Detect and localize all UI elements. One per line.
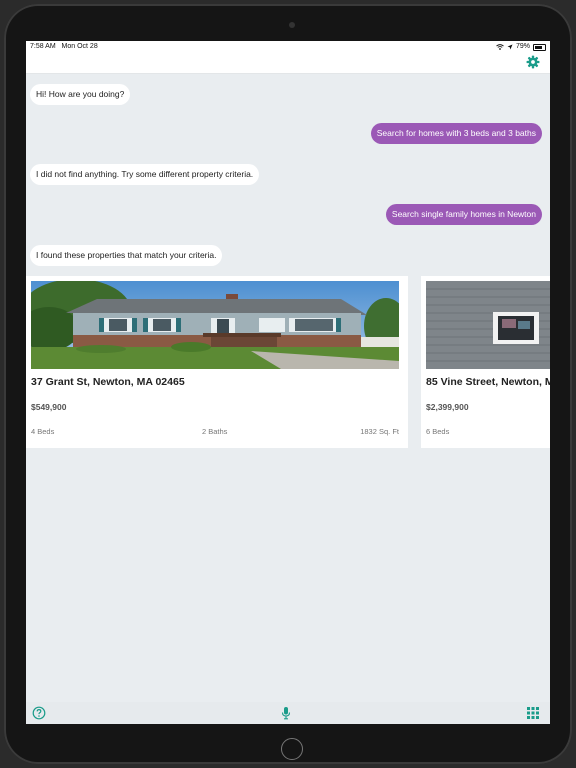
- listing-beds: 6 Beds: [426, 427, 450, 436]
- home-button[interactable]: [281, 738, 303, 760]
- house-photo: [426, 281, 550, 369]
- listing-beds: 4 Beds: [31, 427, 55, 436]
- listing-baths: 2 Baths: [202, 427, 228, 436]
- listing-card[interactable]: 37 Grant St, Newton, MA 02465 $549,900 4…: [26, 276, 408, 448]
- listing-carousel[interactable]: 37 Grant St, Newton, MA 02465 $549,900 4…: [26, 276, 550, 448]
- clock-time: 7:58 AM: [30, 43, 56, 50]
- clock-date: Mon Oct 28: [61, 43, 98, 50]
- battery-icon: [533, 43, 546, 51]
- chat-bubble-bot: Hi! How are you doing?: [30, 84, 131, 105]
- chat-bubble-bot: I did not find anything. Try some differ…: [30, 164, 260, 185]
- front-camera: [289, 22, 295, 28]
- nav-bar: [26, 53, 550, 74]
- question-circle-icon[interactable]: [32, 706, 46, 720]
- chat-bubble-user: Search for homes with 3 beds and 3 baths: [370, 123, 542, 144]
- listing-price: $2,399,900: [426, 402, 469, 412]
- bottom-toolbar: [26, 702, 550, 724]
- location-icon: [507, 44, 513, 50]
- listing-card[interactable]: 85 Vine Street, Newton, MA $2,399,900 6 …: [421, 276, 550, 448]
- listing-sqft: 1832 Sq. Ft: [360, 427, 399, 436]
- grid-icon[interactable]: [526, 706, 540, 720]
- microphone-icon[interactable]: [279, 706, 293, 720]
- listing-address[interactable]: 85 Vine Street, Newton, MA: [426, 376, 550, 388]
- status-time: 7:58 AM Mon Oct 28: [30, 41, 98, 53]
- listing-address[interactable]: 37 Grant St, Newton, MA 02465: [31, 376, 185, 388]
- chat-bubble-user: Search single family homes in Newton: [385, 204, 542, 225]
- listing-price: $549,900: [31, 402, 67, 412]
- battery-percent: 79%: [515, 43, 530, 50]
- chat-bubble-bot: I found these properties that match your…: [30, 245, 223, 266]
- status-bar: 7:58 AM Mon Oct 28 79%: [26, 41, 550, 53]
- gear-icon[interactable]: [526, 55, 540, 69]
- status-indicators: 79%: [496, 41, 546, 53]
- app-screen: 7:58 AM Mon Oct 28 79% Hi! How are you d…: [26, 41, 550, 724]
- wifi-icon: [496, 44, 504, 50]
- house-photo: [31, 281, 399, 369]
